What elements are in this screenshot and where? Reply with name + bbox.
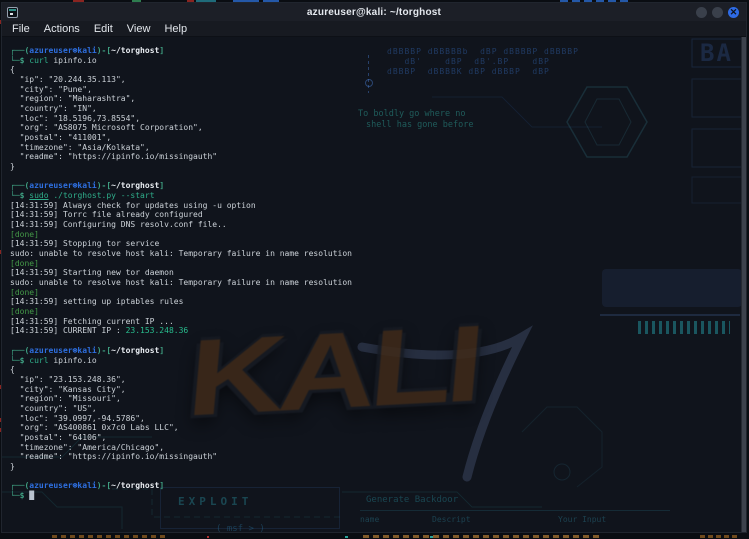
desktop: azureuser@kali: ~/torghost ✕ File Actions… [0,0,749,539]
terminal-line: "readme": "https://ipinfo.io/missingauth… [10,152,736,162]
terminal-line [10,336,736,346]
terminal-line: "org": "AS400861 0x7c0 Labs LLC", [10,423,736,433]
terminal-line: } [10,462,736,472]
terminal-line: } [10,162,736,172]
terminal-line: [14:31:59] Fetching current IP ... [10,317,736,327]
terminal-line: [14:31:59] CURRENT IP : 23.153.248.36 [10,326,736,336]
titlebar[interactable]: azureuser@kali: ~/torghost ✕ [2,3,746,21]
terminal-line: ┌──(azureuser⊛kali)-[~/torghost] [10,46,736,56]
terminal-line: [14:31:59] Starting new tor daemon [10,268,736,278]
terminal-line: ┌──(azureuser⊛kali)-[~/torghost] [10,481,736,491]
menu-item-actions[interactable]: Actions [44,23,80,35]
terminal-output: ┌──(azureuser⊛kali)-[~/torghost]└─$ curl… [10,46,736,501]
terminal-line: ┌──(azureuser⊛kali)-[~/torghost] [10,181,736,191]
wallpaper-table-header: Your Input [558,515,658,524]
terminal-line: "ip": "20.244.35.113", [10,75,736,85]
terminal-line: "loc": "39.0997,-94.5786", [10,414,736,424]
terminal-line: ┌──(azureuser⊛kali)-[~/torghost] [10,346,736,356]
terminal-line: [14:31:59] Always check for updates usin… [10,201,736,211]
terminal-line: [done] [10,230,736,240]
terminal-line: "timezone": "Asia/Kolkata", [10,143,736,153]
terminal-line: "readme": "https://ipinfo.io/missingauth… [10,452,736,462]
wallpaper-dash [345,536,348,538]
wallpaper-msf-prompt: ( msf > ) [216,524,265,532]
terminal-line [10,472,736,482]
terminal-line: "region": "Missouri", [10,394,736,404]
wallpaper-dash [207,536,209,538]
menubar: File Actions Edit View Help [2,21,746,37]
terminal-line: [done] [10,259,736,269]
terminal-line: └─$ █ [10,491,736,501]
terminal-line: "postal": "64106", [10,433,736,443]
terminal-window: azureuser@kali: ~/torghost ✕ File Actions… [1,2,747,533]
terminal-line: └─$ sudo ./torghost.py --start [10,191,736,201]
terminal-line: [14:31:59] setting up iptables rules [10,297,736,307]
terminal-viewport[interactable]: dBBBBP dBBBBBb dBP dBBBBP dBBBBP dB' dBP… [2,37,746,532]
terminal-line: [done] [10,288,736,298]
terminal-line: "country": "IN", [10,104,736,114]
terminal-line: [14:31:59] Configuring DNS resolv.conf f… [10,220,736,230]
terminal-line: └─$ curl ipinfo.io [10,56,736,66]
terminal-line: [14:31:59] Stopping tor service [10,239,736,249]
terminal-line: └─$ curl ipinfo.io [10,356,736,366]
menu-item-edit[interactable]: Edit [94,23,113,35]
terminal-line: { [10,65,736,75]
terminal-line: "country": "US", [10,404,736,414]
terminal-line: sudo: unable to resolve host kali: Tempo… [10,249,736,259]
menu-item-help[interactable]: Help [164,23,187,35]
wallpaper-table-header: name [360,515,432,524]
terminal-line: [14:31:59] Torrc file already configured [10,210,736,220]
wallpaper-dash [52,535,165,538]
window-title: azureuser@kali: ~/torghost [2,7,746,18]
terminal-line: sudo: unable to resolve host kali: Tempo… [10,278,736,288]
terminal-line: [done] [10,307,736,317]
terminal-line: "region": "Maharashtra", [10,94,736,104]
wallpaper-dash [700,535,740,538]
terminal-line: "timezone": "America/Chicago", [10,443,736,453]
wallpaper-table-header: Descript [432,515,558,524]
wallpaper-table: nameDescriptYour InputLHOSTThe Listen Ad… [360,510,670,532]
terminal-line: { [10,365,736,375]
terminal-line [10,172,736,182]
terminal-line: "org": "AS8075 Microsoft Corporation", [10,123,736,133]
terminal-line: "city": "Kansas City", [10,385,736,395]
terminal-line: "ip": "23.153.248.36", [10,375,736,385]
wallpaper-dash [430,536,433,538]
menu-item-file[interactable]: File [12,23,30,35]
scrollbar[interactable] [741,37,746,532]
wallpaper-dash [363,535,603,538]
terminal-line: "postal": "411001", [10,133,736,143]
menu-item-view[interactable]: View [127,23,151,35]
terminal-line: "loc": "18.5196,73.8554", [10,114,736,124]
terminal-line: "city": "Pune", [10,85,736,95]
